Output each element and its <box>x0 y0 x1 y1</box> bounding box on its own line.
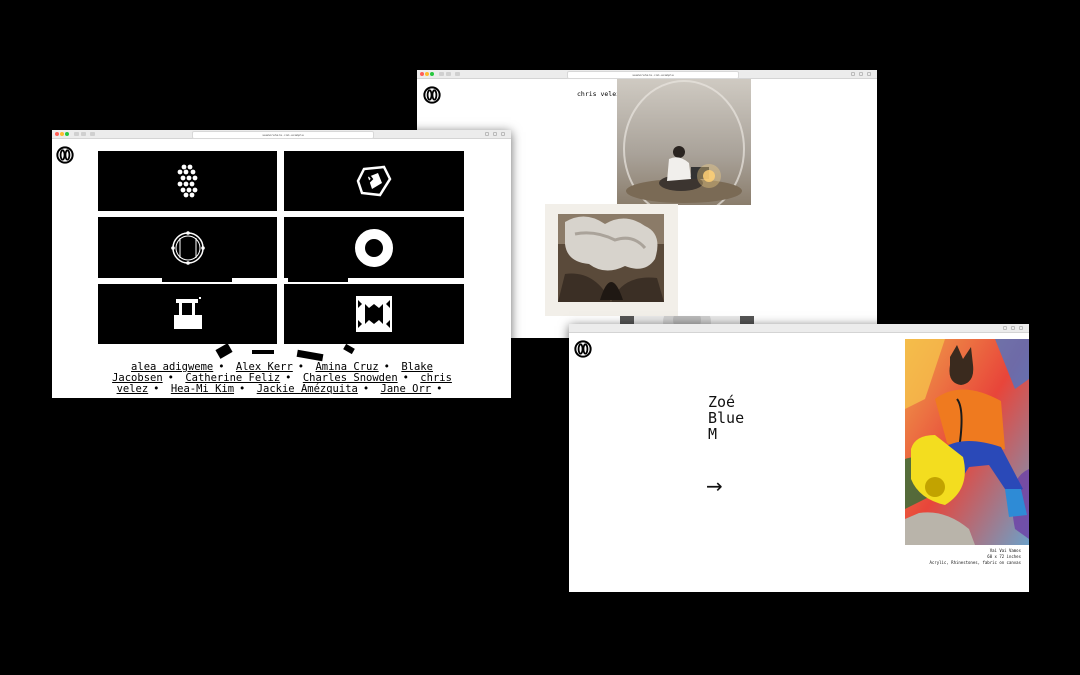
artist-tile[interactable] <box>284 217 464 278</box>
address-bar-url: seemorehere.com.example <box>262 133 304 137</box>
artist-tile[interactable] <box>98 284 277 344</box>
artist-heading: chris velez <box>577 90 621 98</box>
address-bar[interactable]: seemorehere.com.example <box>567 71 739 79</box>
next-arrow-icon[interactable]: → <box>706 474 723 498</box>
artwork-photo-dome[interactable] <box>617 79 751 205</box>
minimize-window-button[interactable] <box>425 72 429 76</box>
browser-toolbar <box>569 324 1029 333</box>
background-graphic <box>215 343 233 359</box>
close-window-button[interactable] <box>55 132 59 136</box>
artist-tile[interactable] <box>98 217 277 278</box>
share-icon[interactable] <box>851 72 855 76</box>
minimize-window-button[interactable] <box>60 132 64 136</box>
separator: • <box>362 383 370 395</box>
browser-toolbar: seemorehere.com.example <box>52 130 511 139</box>
browser-window-artist-index: seemorehere.com.example alea adigweme • … <box>52 130 511 398</box>
artist-title: Zoé Blue M <box>708 394 744 442</box>
artist-title-line: Zoé <box>708 393 736 411</box>
artwork-caption: Vai Vai Vamos 60 x 72 inches Acrylic, Rh… <box>929 548 1021 566</box>
glyph-b-icon <box>356 165 392 197</box>
forward-button[interactable] <box>81 132 86 136</box>
caption-medium: Acrylic, Rhinestones, fabric on canvas <box>929 560 1021 565</box>
artist-link[interactable]: Jackie Amézquita <box>257 383 358 395</box>
circle-outline-icon <box>170 230 205 265</box>
site-logo-icon <box>423 86 441 104</box>
artwork-photo-framed[interactable] <box>545 204 678 316</box>
back-button[interactable] <box>439 72 444 76</box>
artist-tile[interactable] <box>98 151 277 211</box>
artist-tile[interactable] <box>284 284 464 344</box>
close-window-button[interactable] <box>420 72 424 76</box>
sidebar-button[interactable] <box>455 72 460 76</box>
artist-title-line: M <box>708 425 718 443</box>
address-bar-url: seemorehere.com.example <box>632 73 674 77</box>
new-tab-icon[interactable] <box>859 72 863 76</box>
share-icon[interactable] <box>1003 326 1007 330</box>
sidebar-button[interactable] <box>90 132 95 136</box>
artist-link[interactable]: Hea-Mi Kim <box>171 383 234 395</box>
share-icon[interactable] <box>485 132 489 136</box>
background-graphic <box>296 349 324 362</box>
site-logo-icon <box>574 340 592 358</box>
artist-title-line: Blue <box>708 409 745 427</box>
browser-window-artwork-page: Zoé Blue M → Vai Vai Vamos 60 x 72 inche… <box>569 324 1029 592</box>
tabs-overview-icon[interactable] <box>1019 326 1023 330</box>
maximize-window-button[interactable] <box>65 132 69 136</box>
site-logo[interactable] <box>56 146 74 164</box>
site-logo[interactable] <box>574 340 592 358</box>
site-logo[interactable] <box>423 86 441 104</box>
separator: • <box>436 383 443 395</box>
notched-square-icon <box>356 296 392 332</box>
tabs-overview-icon[interactable] <box>501 132 505 136</box>
tabs-overview-icon[interactable] <box>867 72 871 76</box>
glyph-a-icon <box>177 164 197 198</box>
background-graphic <box>252 350 274 354</box>
separator: • <box>239 383 246 395</box>
forward-button[interactable] <box>446 72 451 76</box>
frame-icon <box>173 297 202 329</box>
back-button[interactable] <box>74 132 79 136</box>
artwork-painting[interactable] <box>905 339 1029 545</box>
artist-name-list: alea adigweme • Alex Kerr • Amina Cruz • Bl… <box>102 362 462 395</box>
artist-link[interactable]: Jane Orr <box>381 383 432 395</box>
artist-tile[interactable] <box>284 151 464 211</box>
site-logo-icon <box>56 146 74 164</box>
new-tab-icon[interactable] <box>493 132 497 136</box>
separator: • <box>153 383 160 395</box>
new-tab-icon[interactable] <box>1011 326 1015 330</box>
ring-icon <box>355 228 393 267</box>
address-bar[interactable]: seemorehere.com.example <box>192 131 374 139</box>
maximize-window-button[interactable] <box>430 72 434 76</box>
background-graphic <box>343 343 355 355</box>
browser-toolbar: seemorehere.com.example <box>417 70 877 79</box>
